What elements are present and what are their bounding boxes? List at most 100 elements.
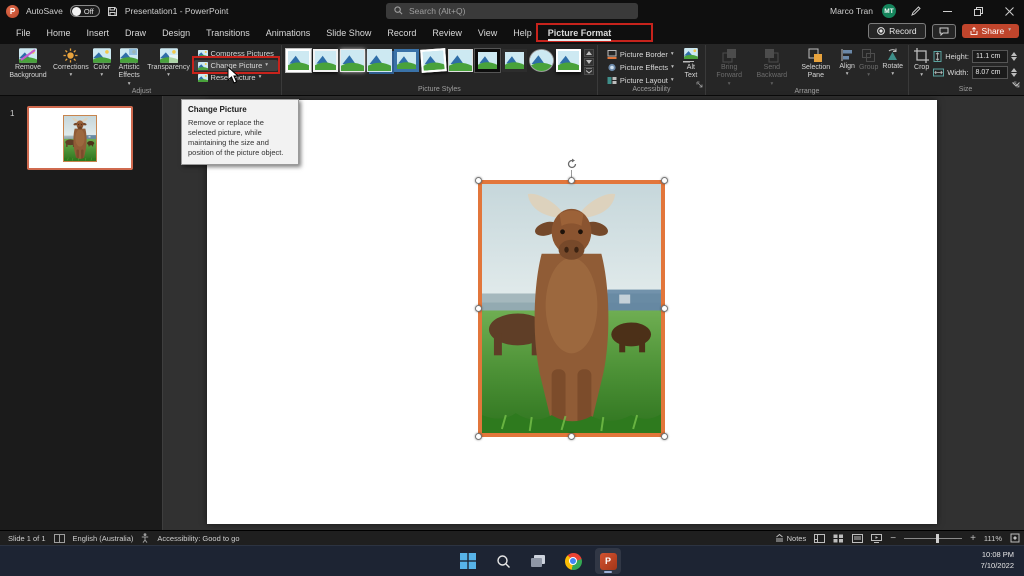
crop-button[interactable]: Crop ▾ xyxy=(912,45,931,80)
resize-handle-se[interactable] xyxy=(661,433,668,440)
picture-style-dark-frame[interactable] xyxy=(502,49,527,72)
picture-style-metal-blue-frame[interactable] xyxy=(394,49,419,72)
notes-button[interactable]: Notes xyxy=(775,534,807,543)
selected-cow-picture[interactable] xyxy=(478,180,665,437)
remove-background-button[interactable]: Remove Background xyxy=(5,45,51,82)
picture-effects-button[interactable]: Picture Effects ▾ xyxy=(603,62,678,73)
zoom-out-button[interactable]: − xyxy=(890,533,896,544)
accessibility-dialog-launcher[interactable] xyxy=(696,75,703,93)
chrome-icon xyxy=(565,553,582,570)
color-button[interactable]: Color ▾ xyxy=(91,45,113,80)
resize-handle-n[interactable] xyxy=(568,177,575,184)
tab-insert[interactable]: Insert xyxy=(79,25,118,41)
zoom-in-button[interactable]: + xyxy=(970,533,976,544)
language-status[interactable]: English (Australia) xyxy=(73,534,134,543)
rotate-handle[interactable] xyxy=(565,157,579,176)
taskbar-clock[interactable]: 10:08 PM 7/10/2022 xyxy=(981,550,1014,572)
start-button[interactable] xyxy=(455,548,481,574)
picture-style-soft-glow-white[interactable] xyxy=(340,49,365,72)
resize-handle-e[interactable] xyxy=(661,305,668,312)
selection-pane-button[interactable]: Selection Pane xyxy=(794,45,837,82)
zoom-slider[interactable] xyxy=(904,538,962,539)
dropdown-caret-icon: ▾ xyxy=(259,75,262,81)
comments-button[interactable] xyxy=(932,24,956,39)
height-stepper[interactable] xyxy=(1011,52,1017,61)
close-button[interactable] xyxy=(998,0,1020,22)
task-view-button[interactable] xyxy=(525,548,551,574)
resize-handle-nw[interactable] xyxy=(475,177,482,184)
dropdown-caret-icon: ▾ xyxy=(1008,28,1011,34)
height-label: Height: xyxy=(945,52,969,61)
reset-picture-icon xyxy=(198,74,208,82)
picture-style-thin-line[interactable] xyxy=(448,49,473,72)
tab-transitions[interactable]: Transitions xyxy=(198,25,258,41)
group-button: Group ▾ xyxy=(857,45,880,80)
picture-style-black-frame[interactable] xyxy=(475,49,500,72)
zoom-level[interactable]: 111% xyxy=(984,534,1002,543)
width-input[interactable]: 8.07 cm xyxy=(972,66,1008,79)
picture-style-oval-crop[interactable] xyxy=(529,49,554,72)
picture-style-rotated-white[interactable] xyxy=(420,48,447,73)
reading-view-icon[interactable] xyxy=(852,534,863,543)
tab-slide-show[interactable]: Slide Show xyxy=(318,25,379,41)
tab-help[interactable]: Help xyxy=(505,25,540,41)
ribbon-group-arrange: Bring Forward ▾ Send Backward ▾ Selectio… xyxy=(706,45,909,95)
picture-border-button[interactable]: Picture Border ▾ xyxy=(603,49,678,60)
slide-thumbnail[interactable] xyxy=(27,106,133,170)
share-button[interactable]: Share ▾ xyxy=(962,24,1019,38)
save-icon[interactable] xyxy=(107,6,118,17)
picture-style-framed-shadow[interactable] xyxy=(556,49,581,72)
ribbon-group-adjust: Remove Background Corrections ▾ Color ▾ … xyxy=(2,45,282,95)
picture-style-simple-white-frame[interactable] xyxy=(286,49,311,72)
chrome-button[interactable] xyxy=(560,548,586,574)
dropdown-caret-icon: ▾ xyxy=(265,63,268,69)
picture-layout-icon xyxy=(607,76,617,85)
collapse-ribbon-button[interactable] xyxy=(1012,74,1020,92)
tab-review[interactable]: Review xyxy=(424,25,470,41)
gallery-more-button[interactable] xyxy=(584,67,594,75)
gallery-scroll-down-button[interactable] xyxy=(584,58,594,66)
minimize-button[interactable] xyxy=(936,0,958,22)
tab-animations[interactable]: Animations xyxy=(258,25,319,41)
resize-handle-s[interactable] xyxy=(568,433,575,440)
resize-handle-w[interactable] xyxy=(475,305,482,312)
corrections-button[interactable]: Corrections ▾ xyxy=(51,45,91,80)
ink-pen-icon[interactable] xyxy=(905,0,927,22)
fit-slide-to-window-icon[interactable] xyxy=(1010,533,1020,543)
autosave-toggle[interactable]: Off xyxy=(70,5,100,17)
compress-pictures-button[interactable]: Compress Pictures xyxy=(194,48,278,59)
resize-handle-sw[interactable] xyxy=(475,433,482,440)
tab-draw[interactable]: Draw xyxy=(117,25,154,41)
tab-picture-format[interactable]: Picture Format xyxy=(540,25,620,41)
powerpoint-logo-icon: P xyxy=(6,5,19,18)
taskbar-search-button[interactable] xyxy=(490,548,516,574)
resize-handle-ne[interactable] xyxy=(661,177,668,184)
slide-sorter-view-icon[interactable] xyxy=(833,534,844,543)
artistic-effects-button[interactable]: Artistic Effects ▾ xyxy=(113,45,146,88)
restore-button[interactable] xyxy=(967,0,989,22)
change-picture-icon xyxy=(198,62,208,70)
tab-design[interactable]: Design xyxy=(154,25,198,41)
tab-file[interactable]: File xyxy=(8,25,39,41)
rotate-button[interactable]: Rotate ▾ xyxy=(880,45,905,79)
picture-layout-button[interactable]: Picture Layout ▾ xyxy=(603,75,678,86)
transparency-button[interactable]: Transparency ▾ xyxy=(146,45,192,80)
powerpoint-taskbar-button[interactable]: P xyxy=(595,548,621,574)
height-input[interactable]: 11.1 cm xyxy=(972,50,1008,63)
picture-style-beveled-white[interactable] xyxy=(313,49,338,72)
picture-style-drop-shadow-blue[interactable] xyxy=(367,49,392,72)
normal-view-icon[interactable] xyxy=(814,534,825,543)
zoom-slider-thumb[interactable] xyxy=(936,534,939,543)
avatar[interactable]: MT xyxy=(882,4,896,18)
accessibility-status[interactable]: Accessibility: Good to go xyxy=(157,534,239,543)
user-name[interactable]: Marco Tran xyxy=(830,6,873,16)
align-button[interactable]: Align ▾ xyxy=(837,45,857,79)
gallery-scroll-up-button[interactable] xyxy=(584,49,594,57)
search-box[interactable]: Search (Alt+Q) xyxy=(386,3,638,19)
slideshow-view-icon[interactable] xyxy=(871,534,882,543)
tab-record[interactable]: Record xyxy=(379,25,424,41)
tab-home[interactable]: Home xyxy=(39,25,79,41)
tab-view[interactable]: View xyxy=(470,25,505,41)
slide-canvas[interactable] xyxy=(207,100,937,524)
record-button[interactable]: Record xyxy=(868,23,925,39)
